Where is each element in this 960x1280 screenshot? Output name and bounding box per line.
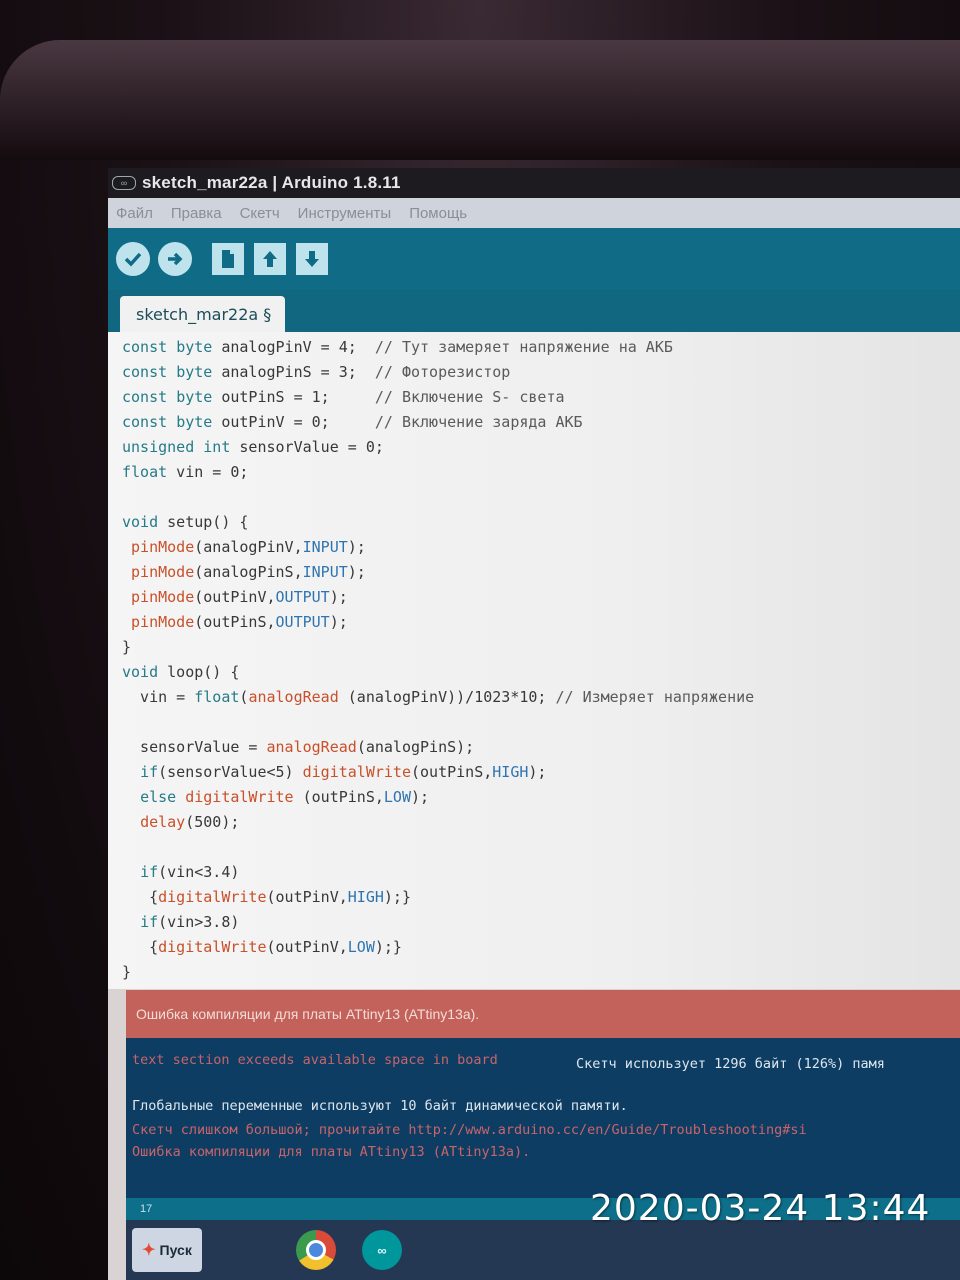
console-line: Глобальные переменные используют 10 байт… bbox=[132, 1098, 628, 1114]
open-sketch-button[interactable] bbox=[254, 243, 286, 275]
code-line: sensorValue = analogRead(analogPinS); bbox=[122, 738, 475, 756]
code-line: void setup() { bbox=[122, 513, 249, 531]
tab-sketch[interactable]: sketch_mar22a § bbox=[120, 296, 286, 332]
title-bar: ∞ sketch_mar22a | Arduino 1.8.11 bbox=[108, 168, 960, 198]
arduino-logo-icon: ∞ bbox=[112, 176, 136, 190]
save-sketch-button[interactable] bbox=[296, 243, 328, 275]
code-line: pinMode(outPinS,OUTPUT); bbox=[131, 613, 348, 631]
code-line: pinMode(analogPinS,INPUT); bbox=[131, 563, 366, 581]
console-line: Ошибка компиляции для платы ATtiny13 (AT… bbox=[132, 1144, 531, 1160]
start-label: Пуск bbox=[159, 1242, 192, 1258]
code-line: float vin = 0; bbox=[122, 463, 249, 481]
laptop-bezel-edge bbox=[0, 40, 960, 160]
tab-bar: sketch_mar22a § bbox=[108, 290, 960, 332]
start-button[interactable]: ✦ Пуск bbox=[132, 1228, 202, 1272]
console-line: Скетч использует 1296 байт (126%) памя bbox=[576, 1056, 885, 1072]
screen: ∞ sketch_mar22a | Arduino 1.8.11 Файл Пр… bbox=[108, 168, 960, 1280]
code-line: const byte analogPinS = 3; // Фоторезист… bbox=[122, 363, 511, 381]
arrow-up-icon bbox=[263, 251, 277, 267]
code-line: {digitalWrite(outPinV,LOW);} bbox=[122, 938, 402, 956]
code-line: void loop() { bbox=[122, 663, 240, 681]
code-line: const byte analogPinV = 4; // Тут замеря… bbox=[122, 338, 673, 356]
console-line: text section exceeds available space in … bbox=[132, 1052, 498, 1068]
code-line: if(sensorValue<5) digitalWrite(outPinS,H… bbox=[140, 763, 547, 781]
code-line: pinMode(outPinV,OUTPUT); bbox=[131, 588, 348, 606]
code-line: } bbox=[122, 963, 132, 981]
file-icon bbox=[222, 250, 234, 268]
arrow-right-icon bbox=[168, 252, 183, 266]
photo-timestamp: 2020-03-24 13:44 bbox=[590, 1188, 931, 1229]
menu-file[interactable]: Файл bbox=[116, 205, 153, 222]
console-line: Скетч слишком большой; прочитайте http:/… bbox=[132, 1122, 807, 1138]
menu-sketch[interactable]: Скетч bbox=[240, 205, 280, 222]
windows-flag-icon: ✦ bbox=[142, 1242, 156, 1259]
code-line: unsigned int sensorValue = 0; bbox=[122, 438, 384, 456]
menu-help[interactable]: Помощь bbox=[409, 205, 467, 222]
line-number: 17 bbox=[140, 1203, 153, 1215]
menu-edit[interactable]: Правка bbox=[171, 205, 222, 222]
chrome-icon[interactable] bbox=[296, 1230, 336, 1270]
code-line: pinMode(analogPinV,INPUT); bbox=[131, 538, 366, 556]
code-line: if(vin<3.4) bbox=[140, 863, 240, 881]
check-icon bbox=[124, 252, 142, 267]
window-title: sketch_mar22a | Arduino 1.8.11 bbox=[142, 173, 401, 192]
code-editor[interactable]: const byte analogPinV = 4; // Тут замеря… bbox=[108, 332, 960, 989]
verify-button[interactable] bbox=[116, 242, 150, 276]
arduino-icon[interactable]: ∞ bbox=[362, 1230, 402, 1270]
code-line: vin = float(analogRead (analogPinV))/102… bbox=[122, 688, 755, 706]
menu-tools[interactable]: Инструменты bbox=[298, 205, 392, 222]
code-line: else digitalWrite (outPinS,LOW); bbox=[140, 788, 430, 806]
taskbar: ✦ Пуск ∞ bbox=[126, 1220, 960, 1280]
console-output: text section exceeds available space in … bbox=[126, 1038, 960, 1198]
error-message-bar: Ошибка компиляции для платы ATtiny13 (AT… bbox=[126, 990, 960, 1038]
code-line: delay(500); bbox=[140, 813, 240, 831]
chrome-center bbox=[306, 1240, 326, 1260]
arrow-down-icon bbox=[305, 251, 319, 267]
upload-button[interactable] bbox=[158, 242, 192, 276]
code-line: {digitalWrite(outPinV,HIGH);} bbox=[122, 888, 411, 906]
code-line: } bbox=[122, 638, 132, 656]
new-sketch-button[interactable] bbox=[212, 243, 244, 275]
menu-bar: Файл Правка Скетч Инструменты Помощь bbox=[108, 198, 960, 228]
code-line: const byte outPinS = 1; // Включение S- … bbox=[122, 388, 565, 406]
code-line: const byte outPinV = 0; // Включение зар… bbox=[122, 413, 583, 431]
code-line: if(vin>3.8) bbox=[140, 913, 240, 931]
toolbar bbox=[108, 228, 960, 290]
